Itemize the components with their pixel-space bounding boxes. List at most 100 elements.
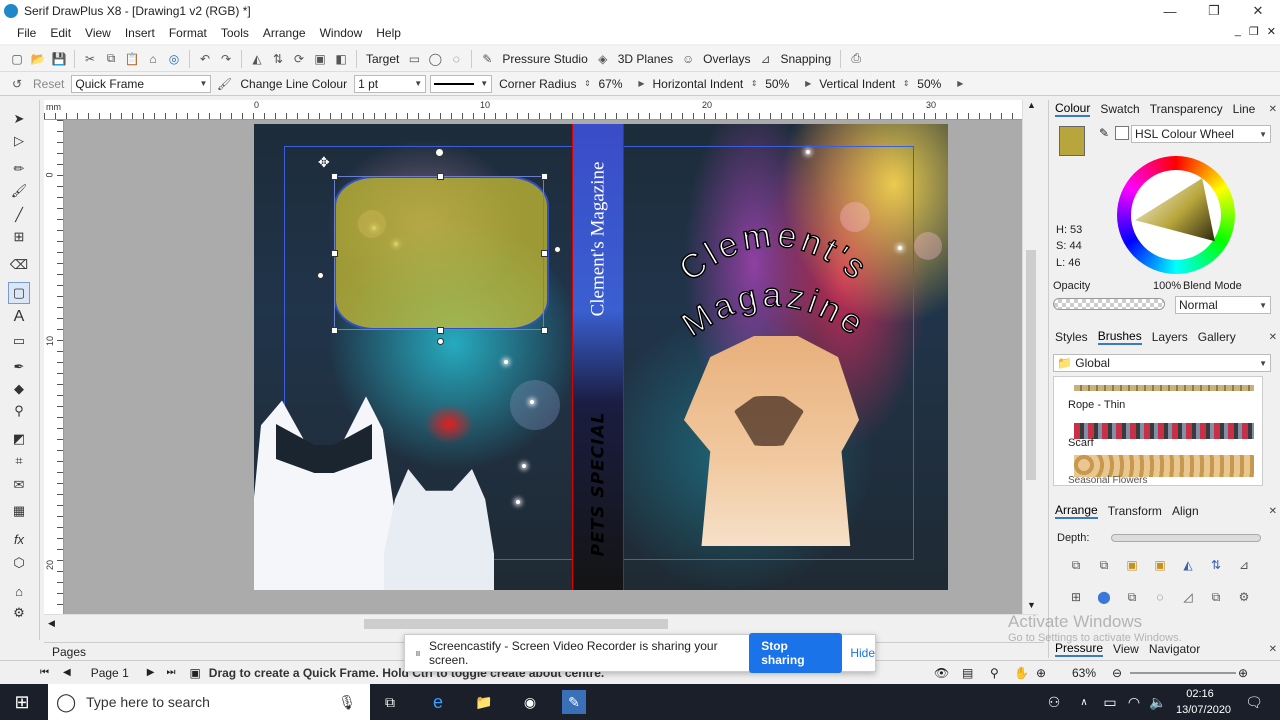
corner-radius-slider-arrow[interactable]: ▶: [637, 79, 645, 88]
next-page-icon[interactable]: ▶: [147, 667, 155, 678]
tab-swatch[interactable]: Swatch: [1100, 102, 1139, 116]
picture-tool-icon[interactable]: ▭: [8, 330, 30, 352]
resize-handle[interactable]: [541, 173, 548, 180]
send-to-back-icon[interactable]: ▣: [1151, 556, 1169, 574]
format-painter-icon[interactable]: ⌂: [144, 50, 162, 68]
spine-subtitle[interactable]: PETS SPECIAL: [572, 404, 624, 564]
crop-tool-icon[interactable]: ⌗: [8, 450, 30, 472]
taskbar-search-box[interactable]: ◯ Type here to search 🎙: [48, 684, 370, 720]
bring-forward-icon[interactable]: ⧉: [1095, 556, 1113, 574]
horizontal-ruler[interactable]: mm 0 10 20 30: [44, 100, 1024, 120]
pressure-studio-button[interactable]: Pressure Studio: [499, 52, 590, 66]
text-tool-icon[interactable]: A: [8, 306, 30, 328]
menu-help[interactable]: Help: [369, 26, 408, 40]
tray-chevron-icon[interactable]: ∧: [1072, 690, 1096, 714]
doc-close-icon[interactable]: ✕: [1267, 25, 1276, 38]
resize-handle[interactable]: [437, 327, 444, 334]
horizontal-indent-slider-arrow[interactable]: ▶: [804, 79, 812, 88]
menu-arrange[interactable]: Arrange: [256, 26, 313, 40]
intersect-icon[interactable]: ◌: [1151, 588, 1169, 606]
corner-radius-spinner[interactable]: ⇕: [583, 79, 591, 88]
eraser-tool-icon[interactable]: ⌫: [8, 254, 30, 276]
windows-start-icon[interactable]: ⊞: [10, 690, 34, 714]
flip-h-icon[interactable]: ◭: [1179, 556, 1197, 574]
hide-button[interactable]: Hide: [850, 646, 875, 660]
change-line-colour-button[interactable]: Change Line Colour: [237, 77, 350, 91]
fill-tool-icon[interactable]: ◆: [8, 378, 30, 400]
insert-link-icon[interactable]: ◎: [165, 50, 183, 68]
flip-horizontal-icon[interactable]: ◭: [248, 50, 266, 68]
taskbar-clock[interactable]: 02:16 13/07/2020: [1176, 686, 1231, 718]
brush-item[interactable]: Scarf: [1068, 437, 1094, 449]
horizontal-scrollbar[interactable]: ◀: [44, 614, 1038, 632]
people-icon[interactable]: ⚇: [1042, 690, 1066, 714]
zoom-fit-icon[interactable]: ⊕: [1036, 666, 1046, 680]
eyedropper-icon[interactable]: ✎: [1099, 126, 1109, 140]
drawing-canvas[interactable]: Clement's Magazine PETS SPECIAL Clement'…: [64, 120, 1022, 614]
depth-slider[interactable]: [1111, 534, 1261, 542]
pages-label[interactable]: Pages: [52, 645, 86, 659]
menu-edit[interactable]: Edit: [43, 26, 78, 40]
pen-tool-icon[interactable]: ✒: [8, 356, 30, 378]
menu-file[interactable]: File: [10, 26, 43, 40]
exclude-icon[interactable]: ◿: [1179, 588, 1197, 606]
horizontal-indent-spinner[interactable]: ⇕: [750, 79, 758, 88]
notifications-icon[interactable]: 🗨: [1242, 690, 1266, 714]
3d-planes-button[interactable]: 3D Planes: [615, 52, 676, 66]
tab-brushes[interactable]: Brushes: [1097, 329, 1142, 345]
zoom-tool-icon[interactable]: ⚲: [990, 666, 999, 680]
line-width-select[interactable]: 1 pt ▼: [354, 74, 427, 93]
menu-insert[interactable]: Insert: [118, 26, 162, 40]
vertical-indent-value[interactable]: 50%: [914, 77, 952, 91]
cut-icon[interactable]: ✂: [81, 50, 99, 68]
paste-icon[interactable]: 📋: [123, 50, 141, 68]
shape-type-select[interactable]: Quick Frame ▼: [71, 74, 212, 93]
vertical-indent-spinner[interactable]: ⇕: [902, 79, 910, 88]
resize-handle[interactable]: [331, 173, 338, 180]
horizontal-indent-value[interactable]: 50%: [762, 77, 800, 91]
magazine-cover[interactable]: Clement's Magazine PETS SPECIAL Clement'…: [254, 124, 948, 590]
doc-restore-icon[interactable]: ❐: [1249, 25, 1259, 38]
tab-layers[interactable]: Layers: [1152, 330, 1188, 344]
tab-line[interactable]: Line: [1233, 102, 1256, 116]
brush-item[interactable]: Rope - Thin: [1068, 399, 1125, 411]
bring-to-front-icon[interactable]: ⧉: [1067, 556, 1085, 574]
pointer-tool-icon[interactable]: ➤: [8, 108, 30, 130]
hand-tool-icon[interactable]: ✋: [1014, 666, 1029, 680]
zoom-in-icon[interactable]: ⊕: [1238, 666, 1248, 680]
tab-navigator[interactable]: Navigator: [1149, 642, 1200, 656]
minimize-button[interactable]: —: [1148, 0, 1192, 22]
rotate-icon[interactable]: ⟳: [290, 50, 308, 68]
resize-handle[interactable]: [437, 173, 444, 180]
horizontal-scroll-thumb[interactable]: [364, 619, 668, 629]
tab-transform[interactable]: Transform: [1108, 504, 1162, 518]
scroll-up-icon[interactable]: ▲: [1027, 100, 1036, 110]
close-button[interactable]: ✕: [1236, 0, 1280, 22]
vertical-scroll-thumb[interactable]: [1026, 250, 1036, 480]
split-icon[interactable]: ⧉: [1207, 588, 1225, 606]
maximize-button[interactable]: ❐: [1192, 0, 1236, 22]
envelope-tool-icon[interactable]: ✉: [8, 474, 30, 496]
menu-tools[interactable]: Tools: [214, 26, 256, 40]
join-icon[interactable]: ⚙: [1235, 588, 1253, 606]
zoom-out-icon[interactable]: ⊖: [1112, 666, 1122, 680]
spine-title[interactable]: Clement's Magazine: [572, 144, 624, 334]
drawplus-icon[interactable]: ✎: [562, 690, 586, 714]
reset-button[interactable]: Reset: [30, 77, 67, 91]
flip-vertical-icon[interactable]: ⇅: [269, 50, 287, 68]
tab-align[interactable]: Align: [1172, 504, 1199, 518]
view-mode-icon[interactable]: ▤: [962, 666, 973, 680]
hsl-colour-wheel[interactable]: [1117, 156, 1235, 274]
print-icon[interactable]: ⎙: [847, 50, 865, 68]
scroll-down-icon[interactable]: ▼: [1027, 600, 1036, 610]
corner-radius-value[interactable]: 67%: [595, 77, 633, 91]
resize-handle[interactable]: [541, 250, 548, 257]
vertical-scrollbar[interactable]: ▲ ▼: [1022, 100, 1040, 614]
zoom-level[interactable]: 63%: [1072, 666, 1096, 680]
copy-icon[interactable]: ⧉: [102, 50, 120, 68]
last-page-icon[interactable]: ⏭: [166, 667, 175, 678]
arrange-icon[interactable]: ◧: [332, 50, 350, 68]
menu-format[interactable]: Format: [162, 26, 214, 40]
redo-icon[interactable]: ↷: [217, 50, 235, 68]
dropper-tool-icon[interactable]: ⚲: [8, 400, 30, 422]
